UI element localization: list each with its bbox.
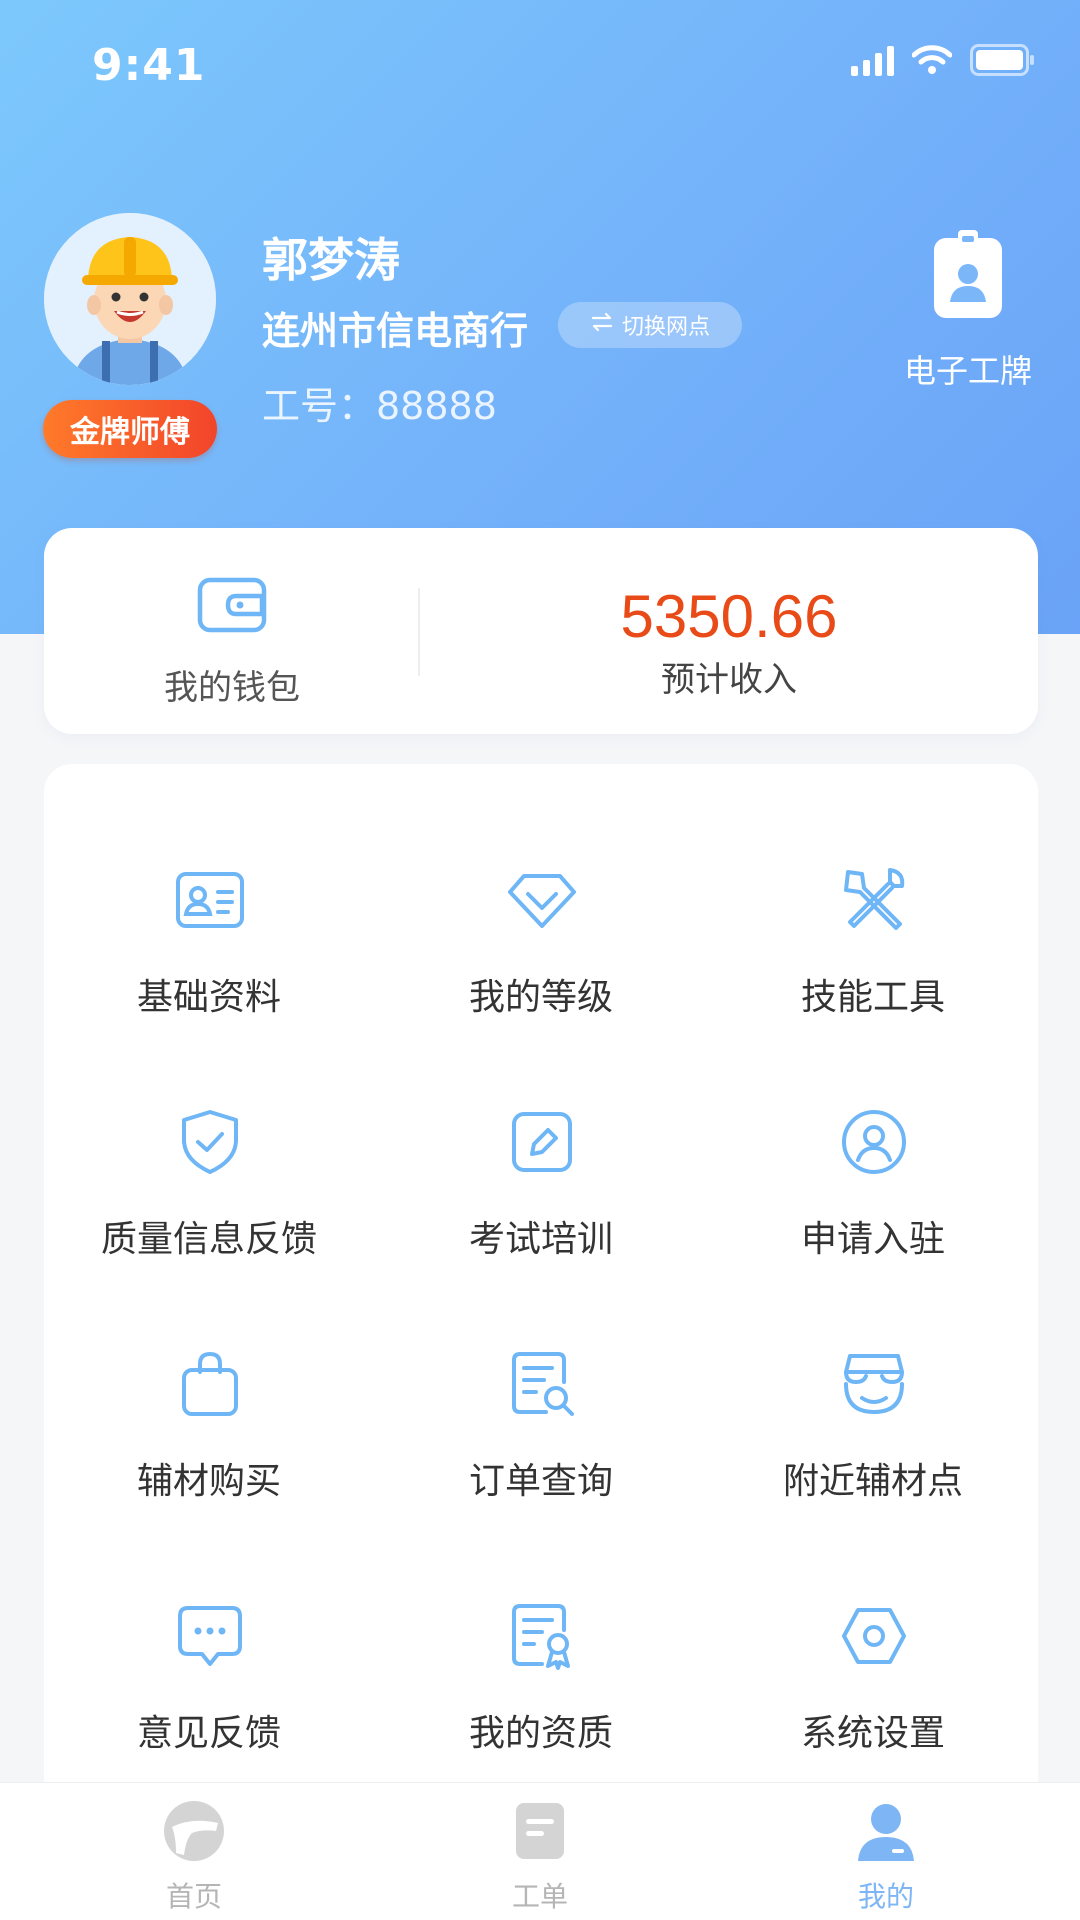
- menu-item-label: 我的资质: [468, 1713, 613, 1754]
- tools-icon: [838, 864, 910, 936]
- work-order-icon: [508, 1799, 572, 1863]
- tab-mine[interactable]: 我的: [786, 1783, 986, 1920]
- menu-item-label: 系统设置: [800, 1713, 945, 1754]
- menu-item-label: 辅材购买: [136, 1461, 281, 1502]
- profile-icon: [854, 1799, 918, 1863]
- status-icons: [851, 44, 1036, 76]
- user-circle-icon: [838, 1106, 910, 1178]
- electronic-badge-label: 电子工牌: [903, 352, 1032, 390]
- menu-item-apply-join[interactable]: 申请入驻: [708, 1106, 1038, 1306]
- switch-branch-label: 切换网点: [621, 315, 710, 340]
- menu-item-label: 申请入驻: [800, 1219, 945, 1260]
- store-icon: [838, 1348, 910, 1420]
- menu-item-feedback[interactable]: 意见反馈: [44, 1600, 374, 1800]
- menu-item-label: 订单查询: [468, 1461, 613, 1502]
- wallet-card: 我的钱包 5350.66 预计收入: [44, 528, 1038, 734]
- tab-work-orders[interactable]: 工单: [440, 1783, 640, 1920]
- avatar[interactable]: [44, 213, 216, 385]
- menu-item-skill-tools[interactable]: 技能工具: [708, 864, 1038, 1064]
- certificate-icon: [506, 1600, 578, 1672]
- menu-item-material-purchase[interactable]: 辅材购买: [44, 1348, 374, 1548]
- edit-icon: [506, 1106, 578, 1178]
- estimated-income-label: 预计收入: [661, 660, 797, 700]
- shopping-bag-icon: [174, 1348, 246, 1420]
- tab-label: 工单: [511, 1880, 568, 1913]
- menu-item-label: 我的等级: [468, 977, 613, 1018]
- bottom-tab-bar: 首页 工单 我的: [0, 1782, 1080, 1920]
- menu-item-label: 基础资料: [136, 977, 281, 1018]
- menu-item-label: 意见反馈: [136, 1713, 281, 1754]
- rank-badge: 金牌师傅: [43, 400, 217, 458]
- menu-item-basic-info[interactable]: 基础资料: [44, 864, 374, 1064]
- battery-icon: [970, 44, 1036, 76]
- menu-item-label: 质量信息反馈: [100, 1219, 317, 1260]
- menu-item-label: 技能工具: [800, 977, 945, 1018]
- wallet-label: 我的钱包: [164, 668, 300, 708]
- menu-item-exam-training[interactable]: 考试培训: [376, 1106, 706, 1306]
- switch-branch-button[interactable]: 切换网点: [558, 302, 742, 348]
- chat-bubble-icon: [174, 1600, 246, 1672]
- menu-item-nearby-material-store[interactable]: 附近辅材点: [708, 1348, 1038, 1548]
- menu-item-quality-feedback[interactable]: 质量信息反馈: [44, 1106, 374, 1306]
- avatar-image: [44, 213, 216, 385]
- diamond-icon: [506, 864, 578, 936]
- menu-item-system-settings[interactable]: 系统设置: [708, 1600, 1038, 1800]
- menu-item-label: 考试培训: [468, 1219, 613, 1260]
- user-name: 郭梦涛: [262, 233, 400, 287]
- menu-item-order-query[interactable]: 订单查询: [376, 1348, 706, 1548]
- signal-icon: [851, 44, 894, 76]
- document-search-icon: [506, 1348, 578, 1420]
- wifi-icon: [912, 45, 952, 75]
- hexagon-settings-icon: [838, 1600, 910, 1672]
- employee-number: 工号：88888: [262, 384, 497, 428]
- tab-home[interactable]: 首页: [94, 1783, 294, 1920]
- switch-arrows-icon: [590, 312, 614, 338]
- id-badge-icon: [932, 228, 1004, 320]
- wallet-icon: [196, 574, 268, 640]
- menu-item-my-qualifications[interactable]: 我的资质: [376, 1600, 706, 1800]
- menu-item-label: 附近辅材点: [782, 1461, 963, 1502]
- shop-name: 连州市信电商行: [262, 309, 529, 353]
- home-icon: [162, 1799, 226, 1863]
- shield-check-icon: [174, 1106, 246, 1178]
- tab-label: 我的: [857, 1880, 914, 1913]
- id-card-icon: [174, 864, 246, 936]
- status-bar: 9:41: [0, 0, 1080, 130]
- estimated-income-value[interactable]: 5350.66: [420, 582, 1038, 651]
- tab-label: 首页: [165, 1880, 222, 1913]
- status-time: 9:41: [92, 40, 206, 91]
- electronic-badge-button[interactable]: 电子工牌: [888, 228, 1048, 398]
- feature-grid: 基础资料 我的等级 技能工具 质量信息反馈 考试培训 申请入驻 辅材购买 订单查…: [44, 764, 1038, 1920]
- menu-item-my-level[interactable]: 我的等级: [376, 864, 706, 1064]
- wallet-button[interactable]: 我的钱包: [44, 528, 420, 734]
